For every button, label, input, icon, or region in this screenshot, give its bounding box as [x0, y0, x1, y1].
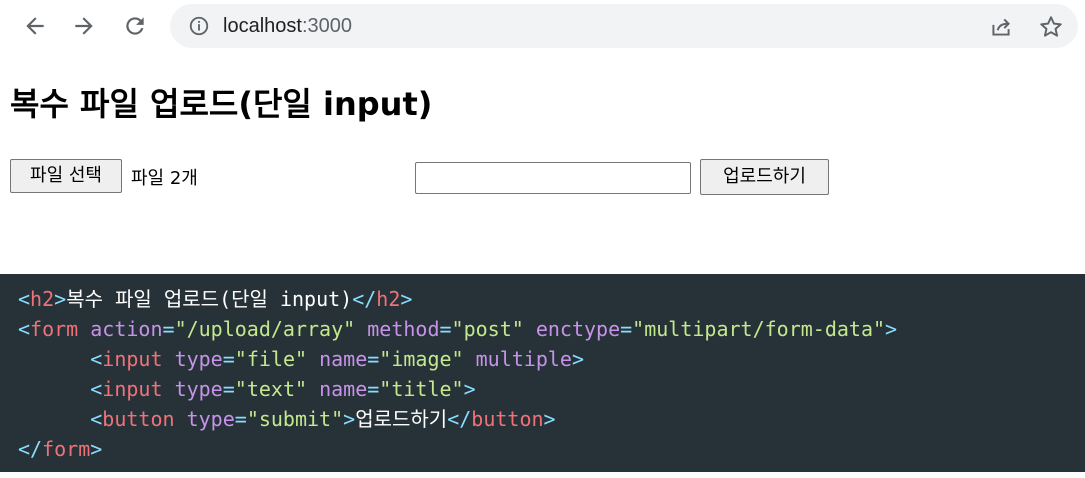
code-attr: name [319, 377, 368, 401]
code-tag: input [102, 347, 163, 371]
info-icon[interactable] [188, 15, 210, 37]
code-block: <h2>복수 파일 업로드(단일 input)</h2> <form actio… [0, 274, 1085, 472]
file-count-status: 파일 2개 [131, 168, 198, 189]
code-attr: type [174, 377, 223, 401]
page-title: 복수 파일 업로드(단일 input) [10, 85, 433, 123]
share-icon[interactable] [988, 14, 1014, 40]
upload-form: 파일 선택 파일 2개 업로드하기 [10, 158, 890, 198]
code-attr: method [367, 317, 440, 341]
code-string: "image" [379, 347, 464, 371]
code-string: "post" [451, 317, 524, 341]
code-string: "submit" [246, 407, 344, 431]
code-line-1: <h2>복수 파일 업로드(단일 input)</h2> [18, 287, 413, 311]
code-string: "multipart/form-data" [632, 317, 886, 341]
title-input[interactable] [415, 162, 691, 194]
code-tag: button [102, 407, 175, 431]
code-attr: name [319, 347, 368, 371]
code-text: 업로드하기 [355, 407, 448, 431]
code-line-3: <input type="file" name="image" multiple… [90, 347, 585, 371]
code-string: "file" [234, 347, 308, 371]
code-tag: h2 [376, 287, 401, 311]
forward-arrow-icon [75, 17, 93, 35]
code-tag: button [471, 407, 544, 431]
choose-file-button[interactable]: 파일 선택 [10, 159, 122, 193]
url-text[interactable]: localhost:3000 [223, 15, 352, 37]
code-line-4: <input type="text" name="title"> [90, 377, 476, 401]
browser-toolbar: localhost:3000 [0, 0, 1085, 52]
code-attr: type [186, 407, 235, 431]
url-host: localhost [223, 15, 302, 37]
code-attr: action [90, 317, 163, 341]
code-tag: input [102, 377, 163, 401]
back-button[interactable] [17, 8, 53, 44]
code-attr: enctype [535, 317, 621, 341]
url-port: :3000 [301, 15, 352, 37]
code-line-6: </form> [18, 437, 103, 461]
code-tag: form [30, 317, 79, 341]
code-tag: h2 [30, 287, 55, 311]
code-string: "title" [379, 377, 464, 401]
code-attr: multiple [475, 347, 572, 371]
star-icon[interactable] [1038, 14, 1064, 40]
code-line-2: <form action="/upload/array" method="pos… [18, 317, 898, 341]
back-arrow-icon [26, 17, 44, 35]
forward-button[interactable] [66, 8, 102, 44]
reload-icon [126, 17, 144, 35]
code-string: "/upload/array" [174, 317, 356, 341]
code-tag: form [42, 437, 91, 461]
address-bar[interactable]: localhost:3000 [170, 4, 1078, 48]
reload-button[interactable] [117, 8, 153, 44]
code-attr: type [174, 347, 223, 371]
code-text: 복수 파일 업로드(단일 input) [66, 287, 353, 311]
code-line-5: <button type="submit">업로드하기</button> [90, 407, 556, 431]
upload-submit-button[interactable]: 업로드하기 [700, 159, 829, 195]
code-string: "text" [234, 377, 308, 401]
